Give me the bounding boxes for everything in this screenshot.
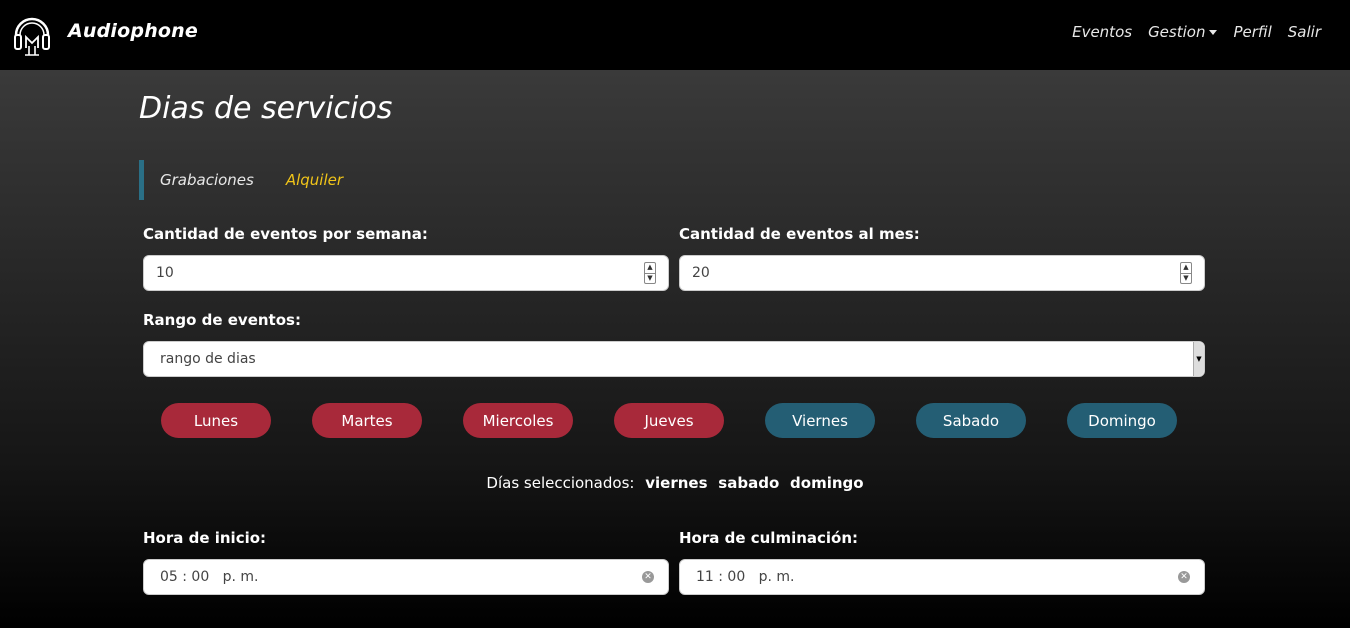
brand-name[interactable]: Audiophone	[68, 20, 198, 42]
start-time-input[interactable]: 05 : 00 p. m. ✕	[143, 559, 669, 595]
service-tabs: Grabaciones Alquiler	[139, 160, 359, 200]
spin-down-icon[interactable]: ▼	[1181, 274, 1191, 284]
end-time-input[interactable]: 11 : 00 p. m. ✕	[679, 559, 1205, 595]
day-button-jueves[interactable]: Jueves	[614, 403, 724, 438]
select-arrow-icon[interactable]: ▼	[1193, 342, 1204, 376]
day-button-domingo[interactable]: Domingo	[1067, 403, 1177, 438]
per-week-value: 10	[156, 265, 174, 281]
nav-link-gestion-label: Gestion	[1148, 23, 1206, 41]
nav-link-salir[interactable]: Salir	[1280, 23, 1329, 41]
day-button-viernes[interactable]: Viernes	[765, 403, 875, 438]
spin-up-icon[interactable]: ▲	[645, 263, 655, 274]
selected-days-prefix: Días seleccionados:	[486, 474, 635, 492]
selected-day: domingo	[790, 474, 864, 492]
day-button-miercoles[interactable]: Miercoles	[463, 403, 573, 438]
nav-link-eventos[interactable]: Eventos	[1064, 23, 1140, 41]
spin-up-icon[interactable]: ▲	[1181, 263, 1191, 274]
tab-grabaciones[interactable]: Grabaciones	[144, 171, 270, 189]
range-label: Rango de eventos:	[143, 311, 301, 329]
number-spinner[interactable]: ▲ ▼	[1180, 262, 1192, 284]
per-month-label: Cantidad de eventos al mes:	[679, 225, 920, 243]
navbar: Audiophone Eventos Gestion Perfil Salir	[0, 0, 1350, 70]
audiophone-logo-icon[interactable]	[13, 13, 51, 58]
caret-down-icon	[1209, 29, 1218, 35]
per-month-value: 20	[692, 265, 710, 281]
selected-day: sabado	[718, 474, 780, 492]
per-week-input[interactable]: 10 ▲ ▼	[143, 255, 669, 291]
start-time-label: Hora de inicio:	[143, 529, 267, 547]
spin-down-icon[interactable]: ▼	[645, 274, 655, 284]
per-week-label: Cantidad de eventos por semana:	[143, 225, 428, 243]
nav-links: Eventos Gestion Perfil Salir	[1064, 23, 1329, 41]
selected-day: viernes	[645, 474, 708, 492]
range-select-value: rango de dias	[160, 351, 256, 367]
main-content: Dias de servicios Grabaciones Alquiler C…	[0, 70, 1350, 628]
end-time-value: 11 : 00 p. m.	[696, 569, 795, 585]
clear-icon[interactable]: ✕	[1178, 571, 1190, 583]
day-button-sabado[interactable]: Sabado	[916, 403, 1026, 438]
page-title: Dias de servicios	[139, 91, 393, 126]
end-time-label: Hora de culminación:	[679, 529, 859, 547]
day-button-lunes[interactable]: Lunes	[161, 403, 271, 438]
tab-alquiler[interactable]: Alquiler	[270, 171, 359, 189]
nav-link-perfil[interactable]: Perfil	[1225, 23, 1279, 41]
range-select[interactable]: rango de dias ▼	[143, 341, 1205, 377]
clear-icon[interactable]: ✕	[642, 571, 654, 583]
number-spinner[interactable]: ▲ ▼	[644, 262, 656, 284]
selected-days-summary: Días seleccionados: viernes sabado domin…	[0, 474, 1350, 492]
nav-link-gestion[interactable]: Gestion	[1140, 23, 1225, 41]
days-row: Lunes Martes Miercoles Jueves Viernes Sa…	[0, 403, 1350, 439]
day-button-martes[interactable]: Martes	[312, 403, 422, 438]
start-time-value: 05 : 00 p. m.	[160, 569, 259, 585]
per-month-input[interactable]: 20 ▲ ▼	[679, 255, 1205, 291]
